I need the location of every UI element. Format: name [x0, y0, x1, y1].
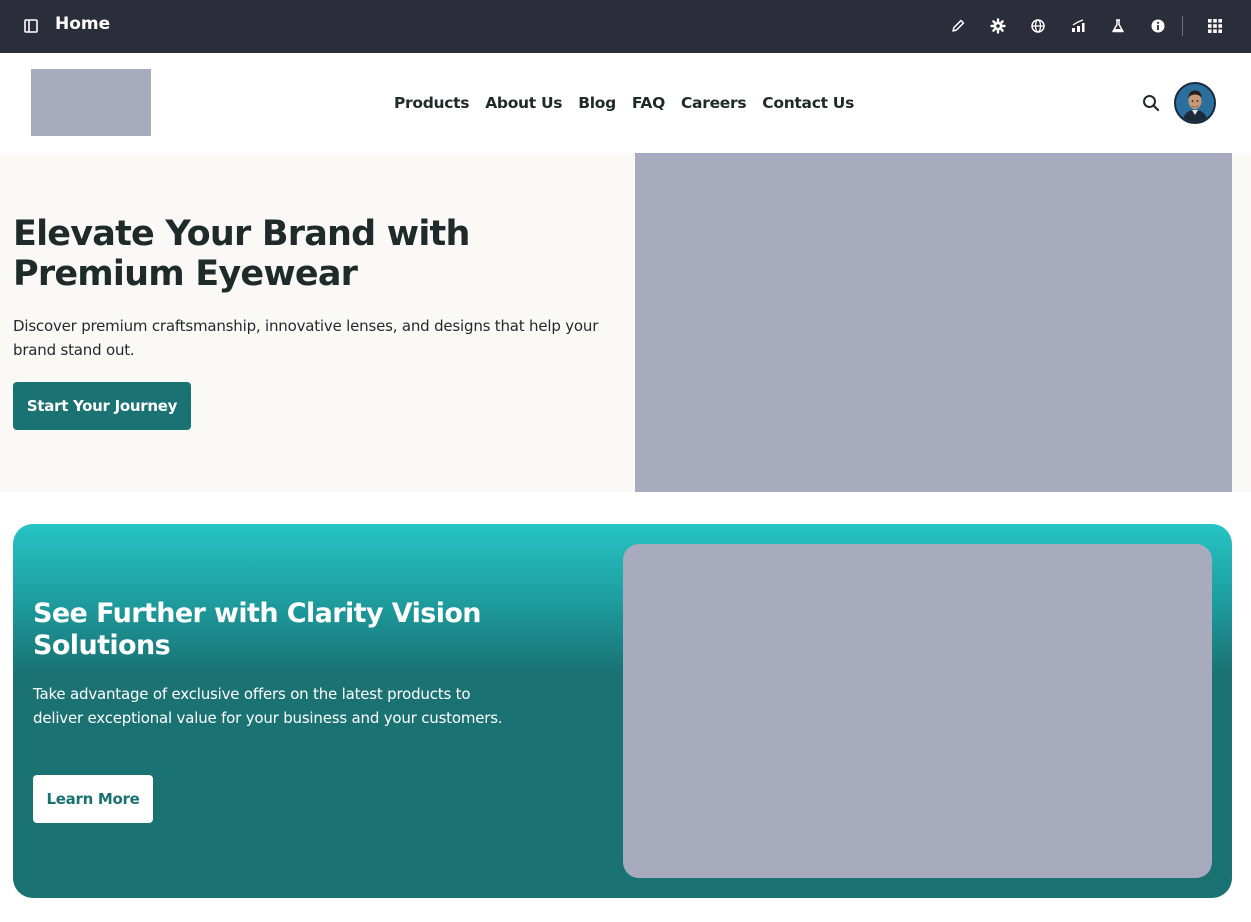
flask-icon[interactable]	[1108, 16, 1128, 36]
main-nav: Products About Us Blog FAQ Careers Conta…	[394, 53, 854, 153]
page-title: Home	[55, 14, 111, 34]
nav-blog[interactable]: Blog	[578, 94, 616, 112]
info-icon[interactable]	[1148, 16, 1168, 36]
hero-section: Elevate Your Brand with Premium Eyewear …	[0, 153, 1251, 492]
globe-icon[interactable]	[1028, 16, 1048, 36]
logo-placeholder[interactable]	[31, 69, 151, 136]
promo-body: Take advantage of exclusive offers on th…	[33, 685, 503, 727]
nav-faq[interactable]: FAQ	[632, 94, 665, 112]
nav-products[interactable]: Products	[394, 94, 470, 112]
pencil-icon[interactable]	[948, 16, 968, 36]
learn-more-button[interactable]: Learn More	[33, 775, 153, 823]
apps-grid-icon[interactable]	[1205, 16, 1225, 36]
gear-icon[interactable]	[988, 16, 1008, 36]
panel-toggle-icon[interactable]	[22, 17, 40, 35]
nav-about-us[interactable]: About Us	[485, 94, 562, 112]
search-icon[interactable]	[1141, 93, 1161, 113]
chart-icon[interactable]	[1068, 16, 1088, 36]
toolbar-divider	[1182, 16, 1183, 36]
site-header: Products About Us Blog FAQ Careers Conta…	[0, 53, 1251, 153]
start-journey-button[interactable]: Start Your Journey	[13, 382, 191, 430]
nav-contact-us[interactable]: Contact Us	[762, 94, 854, 112]
promo-title: See Further with Clarity Vision Solution…	[33, 598, 482, 661]
promo-image-placeholder	[623, 544, 1212, 878]
hero-subtitle: Discover premium craftsmanship, innovati…	[13, 317, 599, 359]
user-avatar[interactable]	[1174, 82, 1216, 124]
editor-toolbar: Home	[0, 0, 1251, 53]
nav-careers[interactable]: Careers	[681, 94, 747, 112]
promo-section: See Further with Clarity Vision Solution…	[13, 524, 1232, 898]
hero-image-placeholder	[635, 153, 1232, 492]
hero-title: Elevate Your Brand with Premium Eyewear	[13, 214, 470, 294]
